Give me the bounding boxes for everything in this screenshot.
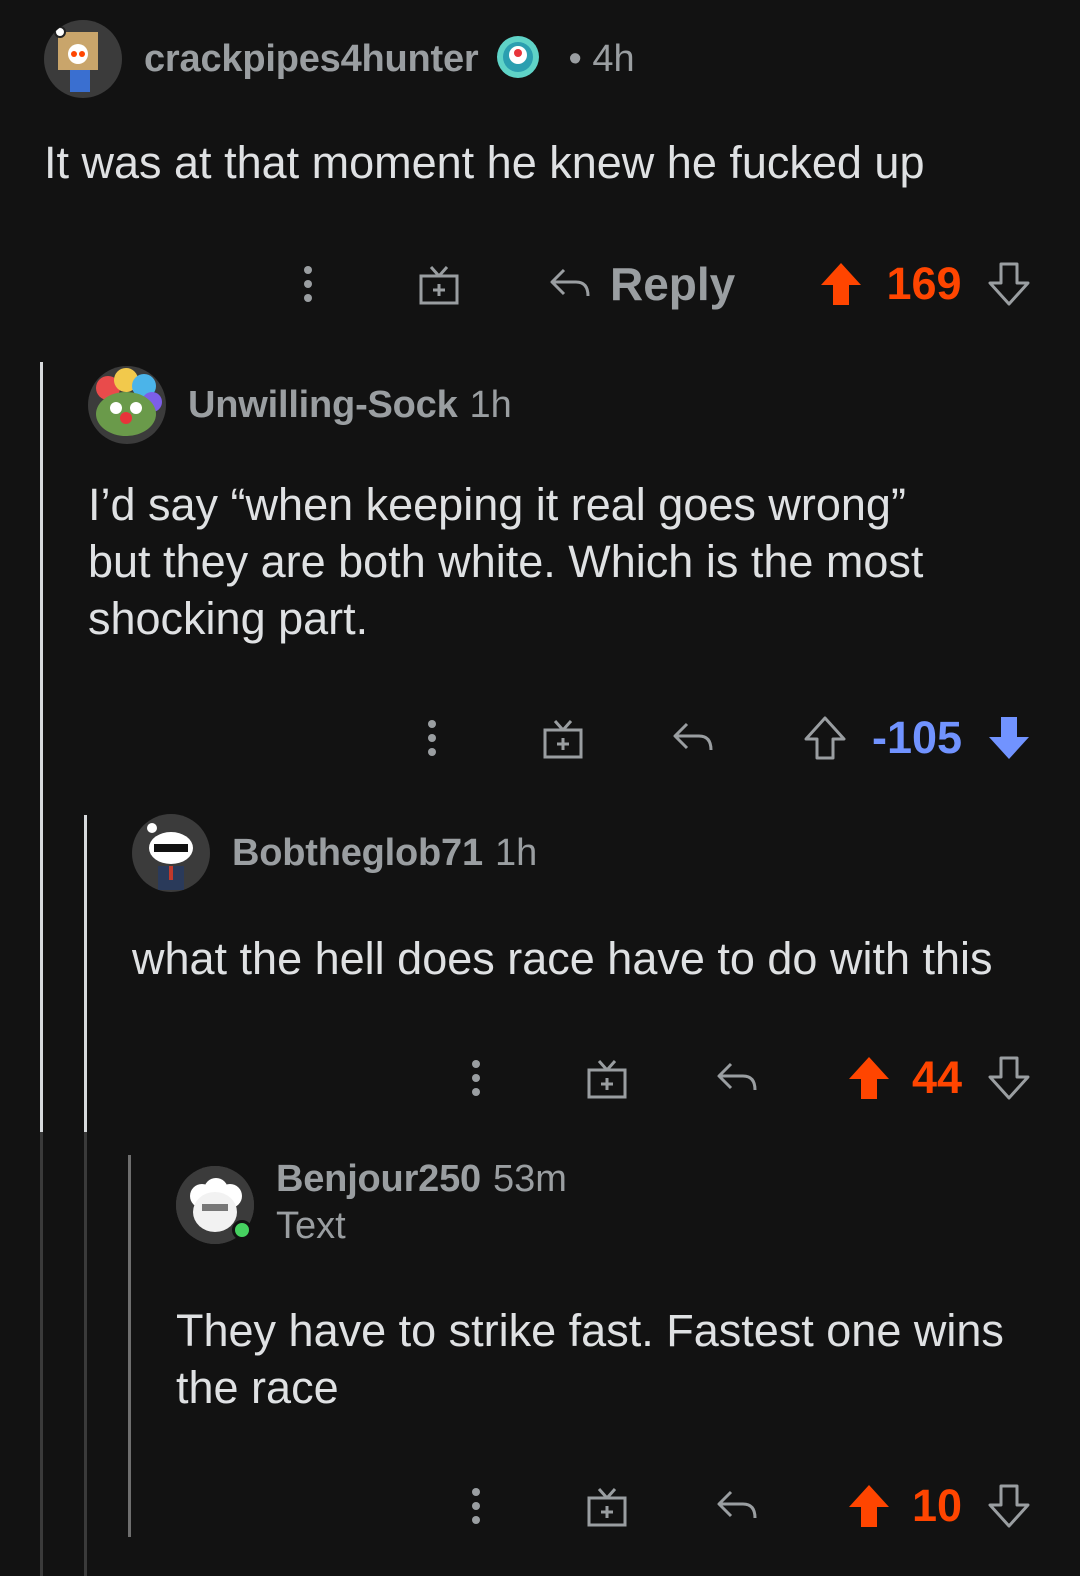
comment-body: I’d say “when keeping it real goes wrong… [88,479,924,644]
timestamp: 1h [469,383,512,426]
snoo-sunglasses-avatar-icon [147,823,193,890]
reply-arrow-icon [550,268,590,297]
comment-actions: 44 [0,1048,1080,1108]
online-status-dot-icon [232,1220,252,1240]
timestamp: • 4h [568,37,635,80]
comment-benjour250: Benjour250 53m Text They have to strike … [0,1140,1080,1576]
downvote-outline-icon [988,262,1030,306]
downvote-button[interactable] [986,254,1032,314]
username[interactable]: Unwilling-Sock [188,384,458,427]
reply-button[interactable] [670,708,716,768]
upvote-filled-icon [849,1057,889,1099]
score: 169 [886,258,962,309]
comment-header: crackpipes4hunter • 4h [44,20,635,98]
reply-arrow-icon [717,1062,757,1091]
award-button[interactable] [580,1476,634,1536]
downvote-button[interactable] [986,708,1032,768]
timestamp: 53m [492,1158,567,1200]
comment-body: what the hell does race have to do with … [132,933,993,984]
user-flair: Text [276,1205,346,1247]
downvote-button[interactable] [986,1048,1032,1108]
comment-header: Bobtheglob71 1h [132,814,537,892]
reply-button[interactable]: Reply [548,254,738,314]
more-vertical-icon [472,1060,480,1096]
gift-icon [587,1060,627,1099]
downvote-outline-icon [988,1056,1030,1100]
more-vertical-icon [428,720,436,756]
comment-actions: -105 [0,708,1080,768]
timestamp: 1h [494,831,538,874]
username[interactable]: Benjour250 [276,1158,481,1201]
upvote-button[interactable] [802,708,848,768]
avatar[interactable] [176,1166,254,1244]
more-vertical-icon [472,1488,480,1524]
avatar[interactable] [44,20,122,98]
upvote-button[interactable] [818,254,864,314]
reply-label: Reply [610,258,736,310]
clown-pepe-avatar-icon [96,368,162,436]
comment-header: Unwilling-Sock 1h [88,366,512,444]
comment-bobtheglob71: Bobtheglob71 1h what the hell does race … [0,800,1080,1140]
reply-arrow-icon [717,1490,757,1519]
reply-button[interactable] [714,1476,760,1536]
upvote-outline-icon [804,716,846,760]
upvote-button[interactable] [846,1476,892,1536]
snoo-box-avatar-icon [54,26,98,92]
comment-body: They have to strike fast. Fastest one wi… [176,1305,1004,1413]
reply-button[interactable] [714,1048,760,1108]
award-button[interactable] [536,708,590,768]
comment-header: Benjour250 53m Text [176,1158,567,1248]
downvote-button[interactable] [986,1476,1032,1536]
user-info: Benjour250 53m Text [254,1158,567,1248]
comment-actions: 10 [0,1476,1080,1536]
comment-unwilling-sock: Unwilling-Sock 1h I’d say “when keeping … [0,340,1080,800]
more-vertical-icon [304,266,312,302]
more-options-button[interactable] [458,1476,494,1536]
more-options-button[interactable] [290,254,326,314]
downvote-filled-icon [989,717,1029,759]
gift-icon [419,266,459,305]
award-button[interactable] [580,1048,634,1108]
avatar[interactable] [132,814,210,892]
upvote-filled-icon [849,1485,889,1527]
comment-crackpipes4hunter: crackpipes4hunter • 4h It was at that mo… [0,0,1080,340]
comment-body: It was at that moment he knew he fucked … [44,137,925,188]
score: 10 [911,1480,963,1531]
reply-arrow-icon [673,722,713,751]
username[interactable]: Bobtheglob71 [232,832,483,875]
comment-actions: Reply 169 [0,254,1080,314]
avatar[interactable] [88,366,166,444]
downvote-outline-icon [988,1484,1030,1528]
award-button[interactable] [412,254,466,314]
score: 44 [911,1052,963,1103]
more-options-button[interactable] [414,708,450,768]
more-options-button[interactable] [458,1048,494,1108]
upvote-button[interactable] [846,1048,892,1108]
gift-icon [543,720,583,759]
gift-icon [587,1488,627,1527]
score: -105 [871,712,963,763]
username[interactable]: crackpipes4hunter [144,38,479,81]
achievement-badge-icon[interactable] [495,34,541,85]
upvote-filled-icon [821,263,861,305]
